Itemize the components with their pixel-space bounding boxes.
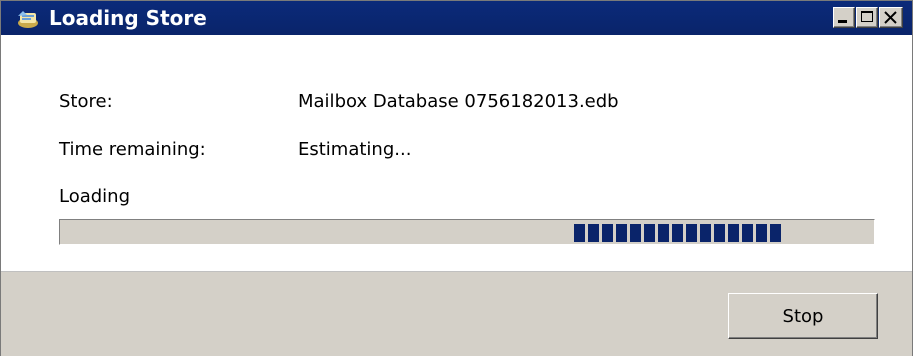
store-value: Mailbox Database 0756182013.edb	[298, 91, 619, 112]
progress-block	[756, 224, 767, 242]
close-icon	[884, 11, 897, 24]
maximize-button[interactable]	[856, 7, 878, 28]
progress-block	[658, 224, 669, 242]
progress-block	[574, 224, 585, 242]
progress-block	[616, 224, 627, 242]
progress-block	[728, 224, 739, 242]
minimize-button[interactable]	[833, 7, 855, 28]
time-remaining-value: Estimating...	[298, 139, 412, 160]
progress-block	[686, 224, 697, 242]
close-button[interactable]	[879, 7, 903, 28]
store-label: Store:	[59, 91, 113, 112]
window-title: Loading Store	[49, 6, 207, 30]
loading-progress-bar	[59, 219, 875, 245]
progress-block	[714, 224, 725, 242]
time-remaining-label: Time remaining:	[59, 139, 206, 160]
stop-button[interactable]: Stop	[728, 293, 878, 339]
progress-label: Loading	[59, 186, 131, 207]
progress-marquee	[574, 224, 781, 242]
loading-store-dialog: Loading Store Store: Mailbox Database 07…	[0, 0, 913, 356]
title-bar[interactable]: Loading Store	[1, 1, 912, 35]
progress-block	[588, 224, 599, 242]
progress-block	[630, 224, 641, 242]
minimize-icon	[838, 20, 847, 23]
progress-block	[672, 224, 683, 242]
store-icon	[18, 11, 38, 28]
progress-block	[644, 224, 655, 242]
progress-block	[742, 224, 753, 242]
progress-block	[700, 224, 711, 242]
progress-block	[770, 224, 781, 242]
maximize-icon	[861, 11, 873, 22]
progress-block	[602, 224, 613, 242]
